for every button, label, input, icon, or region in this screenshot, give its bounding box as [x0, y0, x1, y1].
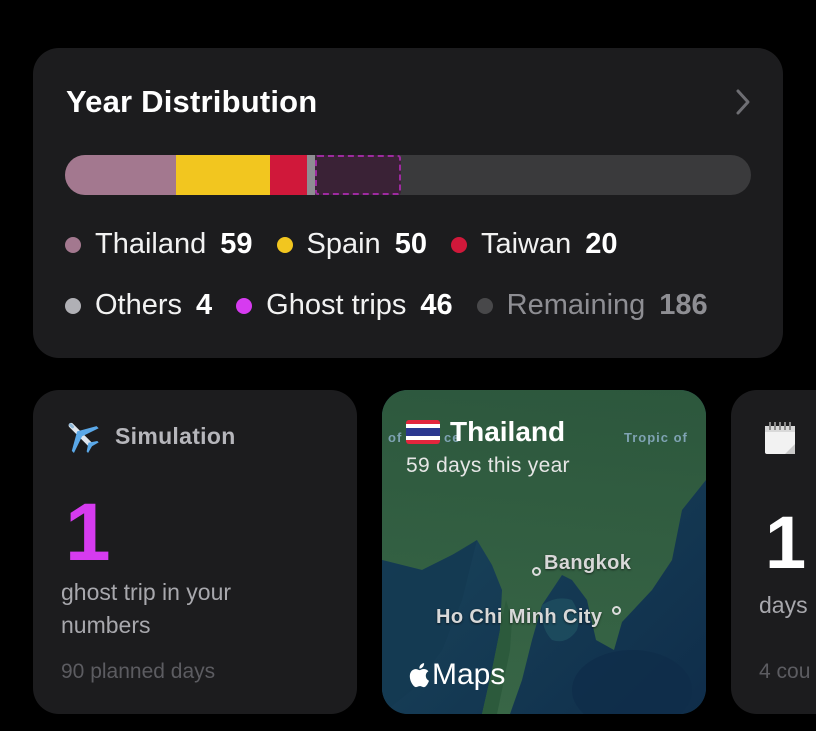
bar-segment-spain — [175, 155, 270, 195]
ho-chi-minh-marker — [612, 606, 621, 615]
year-distribution-title: Year Distribution — [66, 84, 318, 119]
legend-label: Taiwan — [480, 228, 572, 260]
simulation-header: Simulation — [61, 416, 236, 456]
apple-icon — [409, 663, 430, 688]
legend-label: Others — [95, 289, 183, 321]
year-distribution-bar — [65, 155, 751, 195]
legend-value: 50 — [394, 228, 427, 260]
planned-days-footer: 90 planned days — [61, 660, 216, 683]
legend-item-remaining: Remaining 186 — [476, 289, 708, 322]
ghost-trip-count: 1 — [65, 487, 111, 578]
map-country-title: Thailand — [450, 416, 566, 447]
map-days-subtitle: 59 days this year — [406, 454, 570, 477]
spain-dot — [276, 236, 293, 253]
calendar-footer: 4 cou — [759, 660, 811, 683]
maps-brand-label: Maps — [432, 658, 506, 691]
map-label: Tropic of — [624, 430, 688, 445]
calendar-description: days — [759, 592, 808, 618]
chevron-right-icon[interactable] — [735, 88, 751, 116]
legend-item-others: Others 4 — [65, 289, 212, 322]
thailand-dot — [65, 236, 81, 253]
map-label: of — [388, 430, 403, 445]
calendar-icon — [765, 422, 795, 454]
remaining-dot — [476, 297, 493, 314]
map-header: Thailand — [406, 416, 565, 448]
calendar-count: 1 — [765, 501, 807, 584]
calendar-card[interactable]: 1 days 4 cou — [731, 390, 816, 714]
legend-value: 4 — [196, 289, 213, 321]
thailand-map-card[interactable]: of ce Tropic of Thailand 59 days this ye… — [382, 390, 706, 714]
legend-label: Spain — [306, 228, 381, 260]
simulation-title: Simulation — [115, 422, 236, 449]
apple-maps-logo: Maps — [408, 658, 505, 692]
others-dot — [65, 297, 81, 314]
legend-item-taiwan: Taiwan 20 — [450, 228, 618, 261]
legend-row: Others 4 Ghost trips 46 Remaining 186 — [65, 289, 732, 322]
bar-segment-thailand — [65, 155, 176, 195]
simulation-card[interactable]: Simulation 1 ghost trip in your numbers … — [33, 390, 357, 714]
legend-label: Thailand — [95, 228, 207, 260]
legend-label: Ghost trips — [266, 289, 407, 321]
bar-segment-ghost-trips — [314, 155, 402, 195]
legend-value: 46 — [420, 289, 453, 321]
taiwan-dot — [450, 236, 467, 253]
year-distribution-card[interactable]: Year Distribution Thailand 59 Spain 50 T… — [33, 48, 783, 358]
city-label-bangkok: Bangkok — [544, 552, 632, 574]
legend-item-spain: Spain 50 — [276, 228, 427, 261]
ghost-trips-dot — [236, 297, 253, 314]
legend-item-thailand: Thailand 59 — [65, 228, 253, 261]
city-label-ho-chi-minh: Ho Chi Minh City — [436, 606, 603, 628]
thailand-flag-icon — [406, 420, 440, 444]
legend-row: Thailand 59 Spain 50 Taiwan 20 — [65, 228, 642, 261]
legend-item-ghost-trips: Ghost trips 46 — [236, 289, 453, 322]
legend-value: 186 — [659, 289, 708, 321]
bar-segment-taiwan — [269, 155, 308, 195]
legend-value: 20 — [585, 228, 618, 260]
bangkok-marker — [532, 567, 541, 576]
legend-value: 59 — [220, 228, 253, 260]
simulation-description: ghost trip in your numbers — [61, 579, 232, 638]
legend-label: Remaining — [506, 289, 646, 321]
bar-segment-others — [307, 155, 315, 195]
airplane-icon — [68, 422, 99, 453]
